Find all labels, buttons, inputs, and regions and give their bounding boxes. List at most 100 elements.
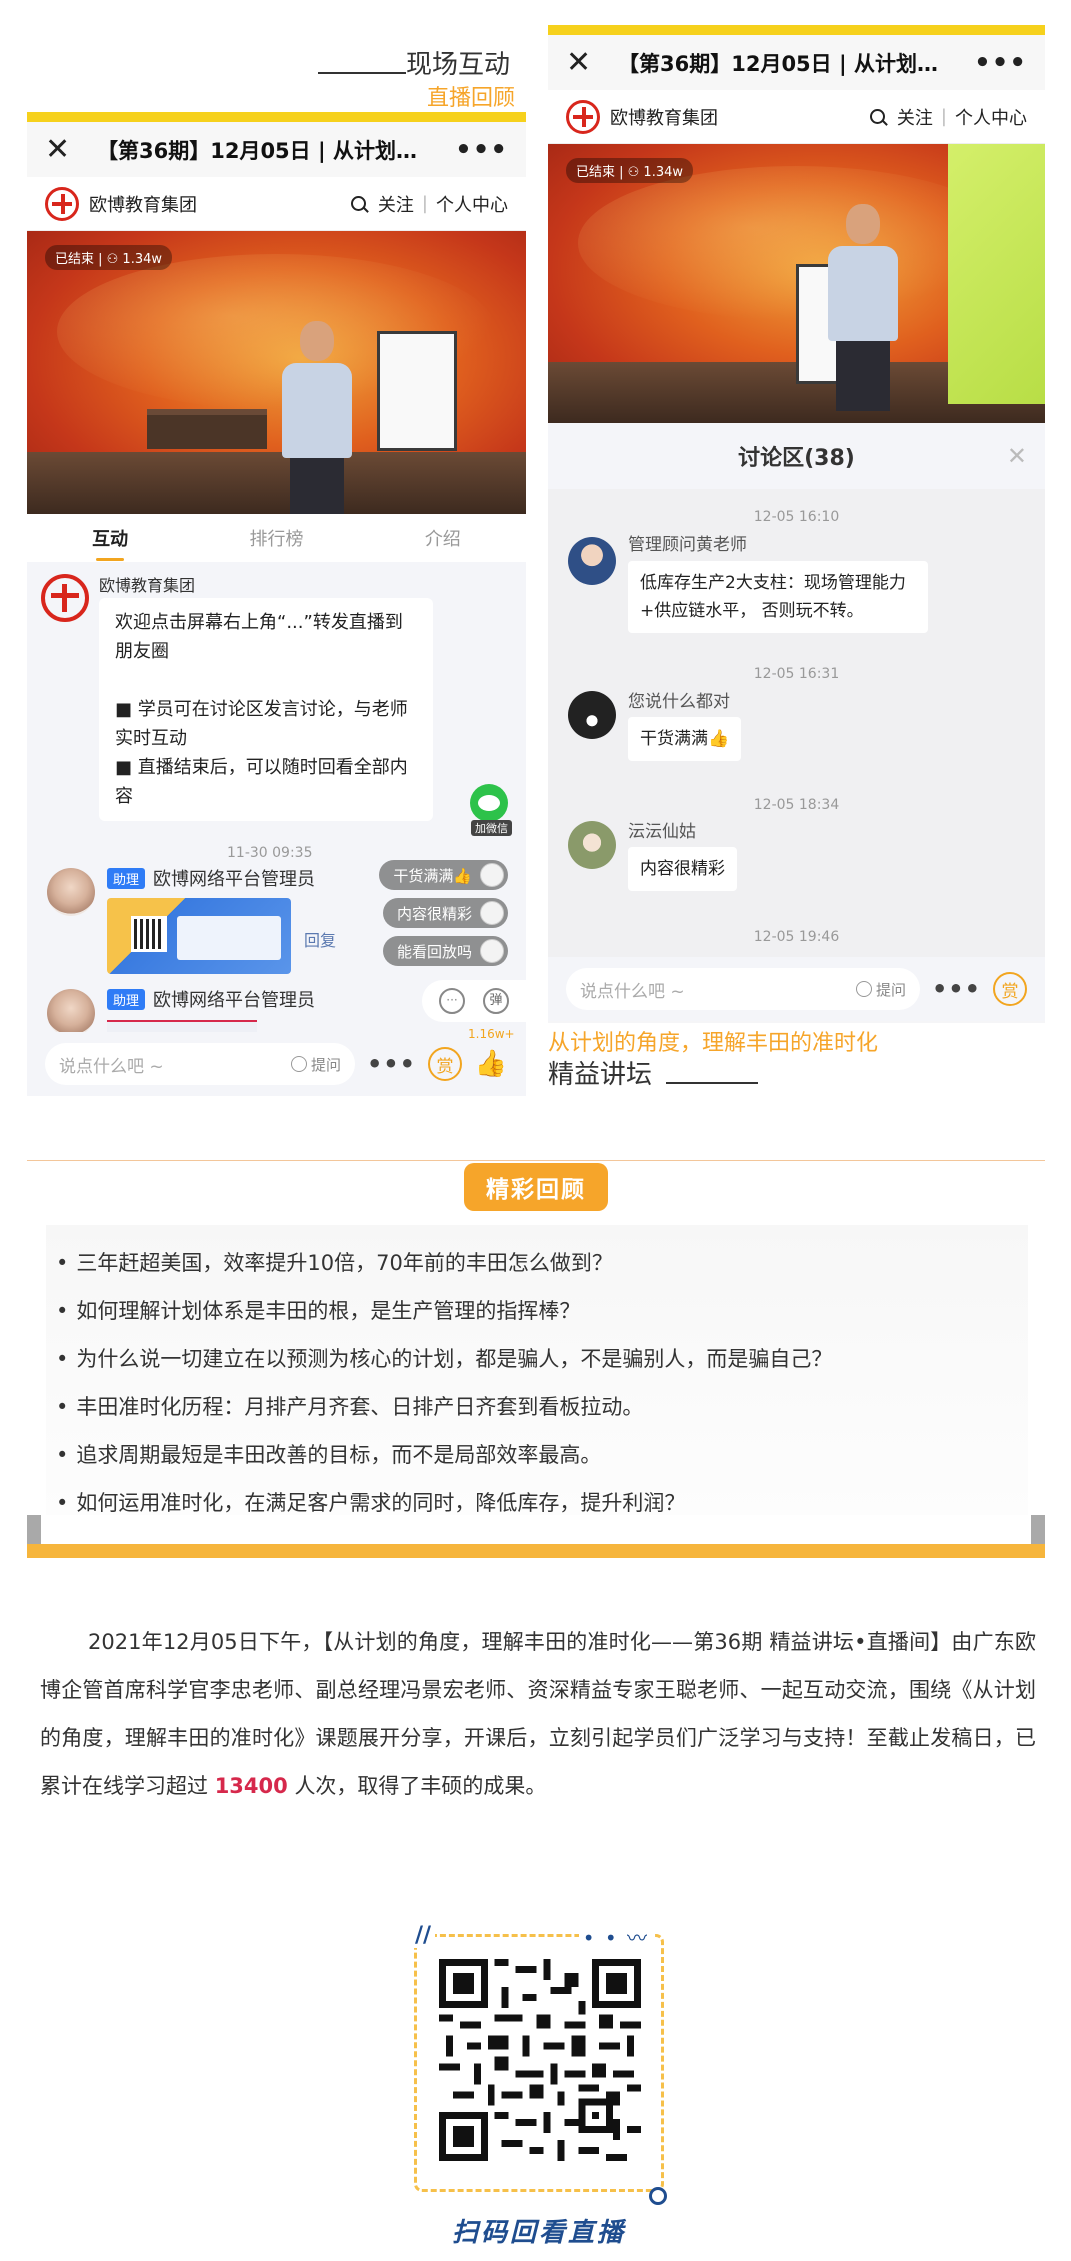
sender-name: 管理顾问黄老师	[628, 535, 747, 555]
tab-interaction[interactable]: 互动	[27, 525, 193, 561]
left-phone-screenshot: ✕ 【第36期】12月05日 | 从计划的角... ••• 欧博教育集团 关注 …	[27, 112, 526, 1096]
admin-avatar-2	[47, 989, 95, 1037]
brand-bar: 欧博教育集团 关注 | 个人中心	[27, 177, 526, 231]
ask-question-toggle[interactable]: 提问	[856, 979, 906, 1000]
message-timestamp: 12-05 16:31	[753, 666, 840, 682]
message-bubble: 低库存生产2大支柱：现场管理能力+供应链水平， 否则玩不转。	[628, 561, 928, 633]
qr-caption: 扫码回看直播	[451, 2218, 626, 2248]
brand-bar: 欧博教育集团 关注 | 个人中心	[548, 90, 1045, 144]
right-phone-screenshot: ✕ 【第36期】12月05日 | 从计划的角... ••• 欧博教育集团 关注 …	[548, 25, 1045, 1023]
window-title: 【第36期】12月05日 | 从计划的角...	[97, 138, 456, 163]
comment-input-row: 说点什么吧 ~ 提问 ••• 赏 👍 1.16w+	[27, 1027, 526, 1096]
highlights-box: 三年赶超美国，效率提升10倍，70年前的丰田怎么做到？ 如何理解计划体系是丰田的…	[46, 1225, 1028, 1515]
more-icon[interactable]: •••	[974, 48, 1027, 78]
more-options-icon[interactable]: •••	[367, 1050, 416, 1078]
highlight-item: 为什么说一切建立在以预测为核心的计划，都是骗人，不是骗别人，而是骗自己？	[56, 1335, 1014, 1383]
highlight-item: 如何理解计划体系是丰田的根，是生产管理的指挥棒？	[56, 1287, 1014, 1335]
assistant-tag: 助理	[107, 867, 146, 889]
content-tabs: 互动 排行榜 介绍	[27, 514, 526, 562]
tab-ranking[interactable]: 排行榜	[193, 525, 359, 551]
follow-button[interactable]: 关注	[378, 191, 414, 217]
admin-name-2: 欧博网络平台管理员	[153, 990, 316, 1011]
highlight-item: 追求周期最短是丰田改善的目标，而不是局部效率最高。	[56, 1431, 1014, 1479]
personal-center-link[interactable]: 个人中心	[955, 104, 1027, 130]
bear-avatar	[568, 691, 616, 739]
separator: |	[421, 193, 428, 214]
separator: |	[940, 106, 947, 127]
reward-button[interactable]: 赏	[993, 972, 1027, 1006]
ask-question-toggle[interactable]: 提问	[291, 1054, 341, 1075]
brand-name: 欧博教育集团	[610, 107, 718, 129]
floating-comment-1: 干货满满👍	[379, 860, 508, 890]
speaker-figure	[282, 321, 352, 514]
discussion-header: 讨论区(38) ✕	[548, 423, 1045, 489]
assistant-tag-2: 助理	[107, 988, 146, 1010]
message-timestamp: 12-05 18:34	[753, 797, 840, 813]
more-icon[interactable]: •••	[455, 135, 508, 165]
live-video-player[interactable]: 已结束 | ⚇ 1.34w	[548, 144, 1045, 423]
quote-mark-icon: //	[411, 1923, 436, 1948]
like-button[interactable]: 👍 1.16w+	[468, 1027, 515, 1081]
comment-bubble-icon[interactable]: ···	[439, 988, 465, 1014]
window-top-bar: ✕ 【第36期】12月05日 | 从计划的角... •••	[548, 35, 1045, 90]
wave-decoration-icon: • • 〰	[578, 1922, 653, 1951]
left-caption-subtitle: 直播回顾	[427, 86, 516, 111]
more-options-icon[interactable]: •••	[932, 975, 981, 1003]
search-icon[interactable]	[869, 109, 885, 124]
commenter-avatar	[480, 863, 504, 887]
reply-link[interactable]: 回复	[304, 927, 336, 951]
qr-frame: // • • 〰	[411, 1922, 667, 2205]
promo-card	[177, 916, 281, 960]
wechat-icon	[478, 795, 500, 811]
fairy-avatar	[568, 821, 616, 869]
pinned-text-1: 欢迎点击屏幕右上角“...”转发直播到朋友圈	[115, 612, 403, 662]
wechat-button[interactable]	[470, 784, 508, 822]
comment-input[interactable]: 说点什么吧 ~ 提问	[566, 968, 920, 1010]
search-icon[interactable]	[350, 196, 366, 211]
admin-avatar	[47, 868, 95, 916]
danmaku-toggle[interactable]: 弹	[483, 988, 509, 1014]
lectern	[147, 409, 267, 449]
thumbs-up-icon: 👍	[474, 1049, 508, 1079]
message-timestamp: 11-30 09:35	[227, 845, 313, 861]
brand-actions: 关注 | 个人中心	[350, 191, 508, 217]
summary-text-end: 人次，取得了丰硕的成果。	[294, 1774, 547, 1798]
brand-logo-icon	[45, 186, 79, 221]
live-video-player[interactable]: 已结束 | ⚇ 1.34w	[27, 231, 526, 514]
highlights-list: 三年赶超美国，效率提升10倍，70年前的丰田怎么做到？ 如何理解计划体系是丰田的…	[46, 1225, 1028, 1527]
brand-name: 欧博教育集团	[89, 194, 197, 216]
section-divider	[27, 1160, 1045, 1161]
commenter-avatar	[480, 939, 504, 963]
brand-actions: 关注 | 个人中心	[869, 104, 1027, 130]
window-title: 【第36期】12月05日 | 从计划的角...	[618, 51, 975, 76]
highlights-corner-left	[27, 1515, 41, 1545]
discussion-title: 讨论区(38)	[738, 446, 855, 471]
phone-top-accent	[548, 25, 1045, 35]
message-bubble: 干货满满👍	[628, 717, 742, 761]
left-title-line	[318, 72, 406, 74]
message-timestamp: 12-05 19:46	[753, 929, 840, 945]
comment-input[interactable]: 说点什么吧 ~ 提问	[45, 1043, 355, 1085]
window-top-bar: ✕ 【第36期】12月05日 | 从计划的角... •••	[27, 122, 526, 177]
follow-button[interactable]: 关注	[897, 104, 933, 130]
highlights-badge: 精彩回顾	[464, 1163, 608, 1211]
replay-qr-code[interactable]	[439, 1959, 641, 2161]
comment-placeholder: 说点什么吧 ~	[59, 1056, 164, 1077]
discussion-panel: 讨论区(38) ✕ 12-05 16:10 管理顾问黄老师 低库存生产2大支柱：…	[548, 423, 1045, 957]
close-icon[interactable]: ✕	[45, 134, 85, 165]
highlight-item: 丰田准时化历程：月排产月齐套、日排产日齐套到看板拉动。	[56, 1383, 1014, 1431]
teacher-avatar	[568, 537, 616, 585]
promo-image[interactable]	[107, 898, 291, 974]
personal-center-link[interactable]: 个人中心	[436, 191, 508, 217]
close-discussion-icon[interactable]: ✕	[1007, 442, 1027, 470]
summary-paragraph: 2021年12月05日下午，【从计划的角度，理解丰田的准时化——第36期 精益讲…	[40, 1618, 1036, 1810]
right-caption-subtitle: 从计划的角度，理解丰田的准时化	[548, 1031, 879, 1056]
right-title-line	[666, 1082, 758, 1084]
tab-intro[interactable]: 介绍	[360, 525, 526, 551]
admin-sender-row-2: 助理 欧博网络平台管理员	[107, 986, 315, 1012]
close-icon[interactable]: ✕	[566, 47, 606, 78]
phone-top-accent	[27, 112, 526, 122]
reward-button[interactable]: 赏	[428, 1047, 462, 1081]
pinned-message: 欢迎点击屏幕右上角“...”转发直播到朋友圈 ■ 学员可在讨论区发言讨论，与老师…	[99, 598, 433, 821]
wechat-label: 加微信	[471, 820, 512, 836]
